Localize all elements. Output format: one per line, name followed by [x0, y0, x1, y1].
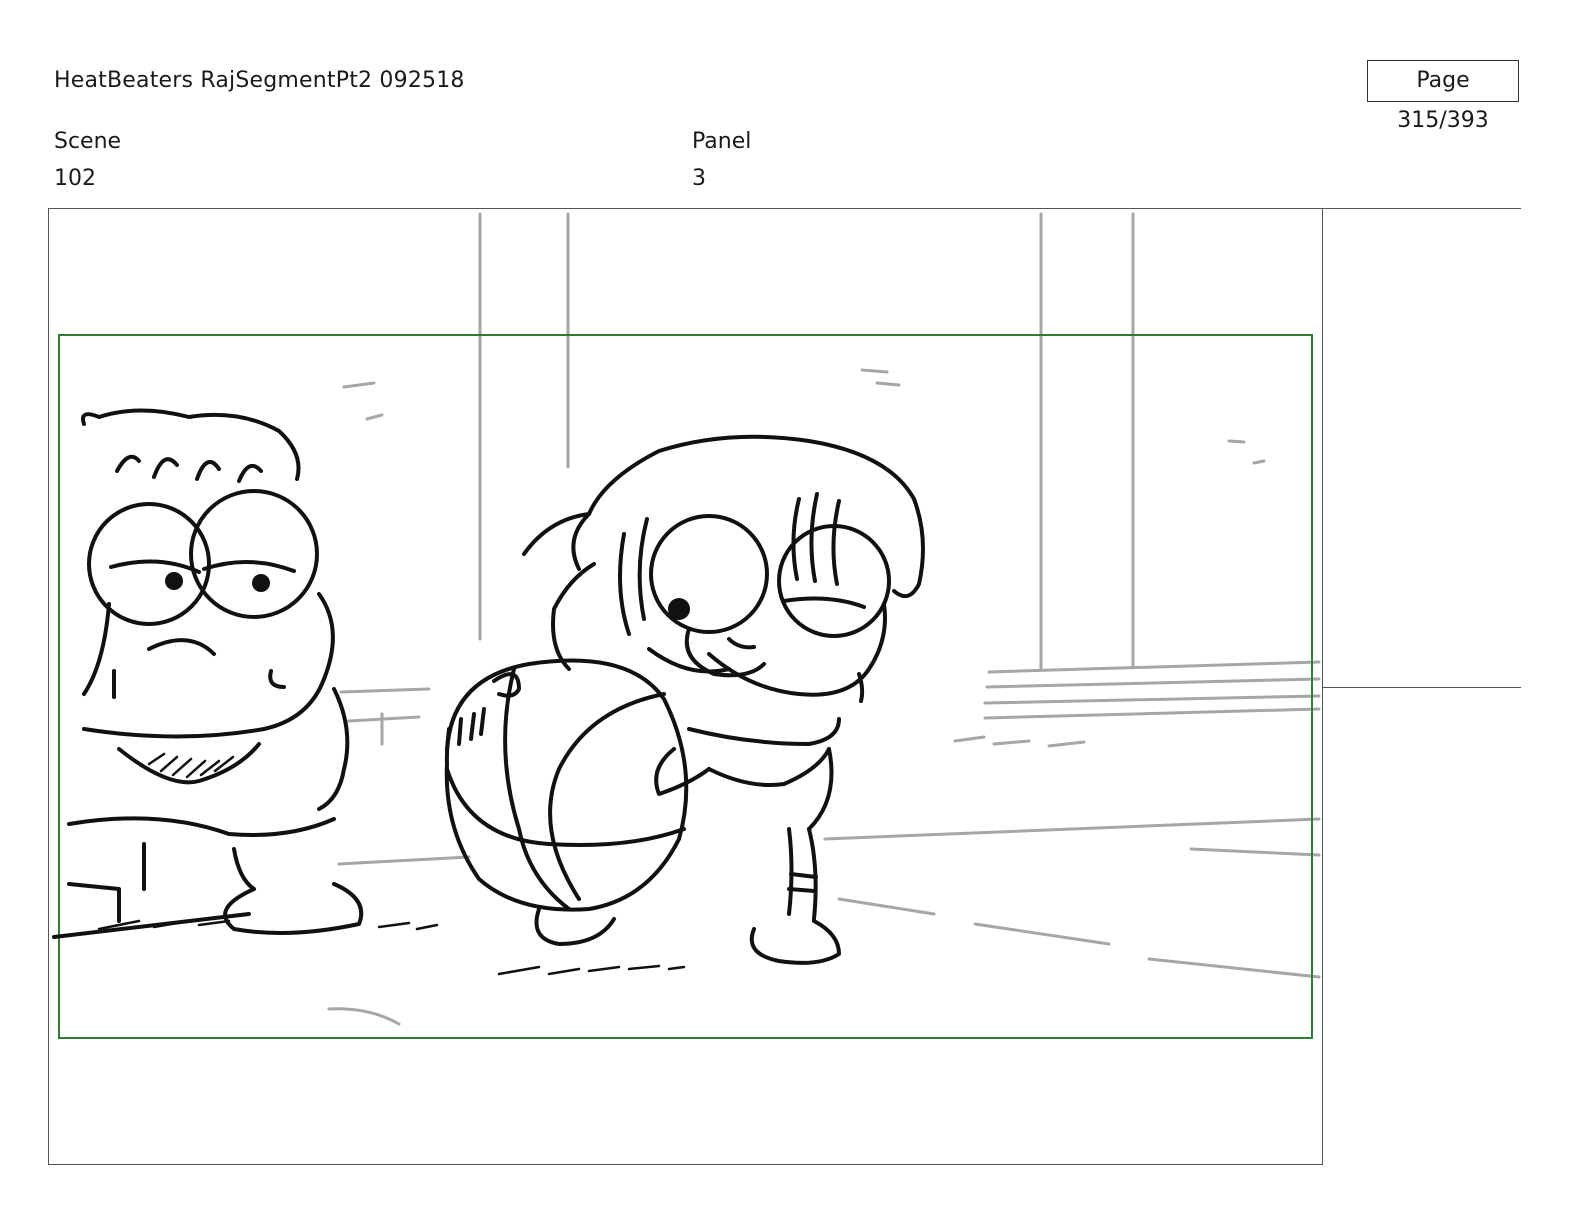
basketball: [444, 658, 689, 912]
scene-number: 102: [54, 166, 96, 191]
left-character-shading: [97, 752, 439, 931]
left-character-figure: [52, 408, 364, 939]
notes-rule-top: [1323, 208, 1521, 209]
storyboard-panel-frame: [48, 208, 1323, 1165]
document-title: HeatBeaters RajSegmentPt2 092518: [54, 68, 465, 93]
scene-label: Scene: [54, 129, 122, 154]
panel-number: 3: [692, 166, 706, 191]
ground-shadow-strokes: [497, 964, 686, 976]
storyboard-drawing: [52, 212, 1321, 1039]
notes-rule-middle: [1323, 687, 1521, 688]
right-character-figure: [445, 434, 925, 965]
panel-label: Panel: [692, 129, 752, 154]
page-counter: Page 315/393: [1367, 60, 1519, 133]
